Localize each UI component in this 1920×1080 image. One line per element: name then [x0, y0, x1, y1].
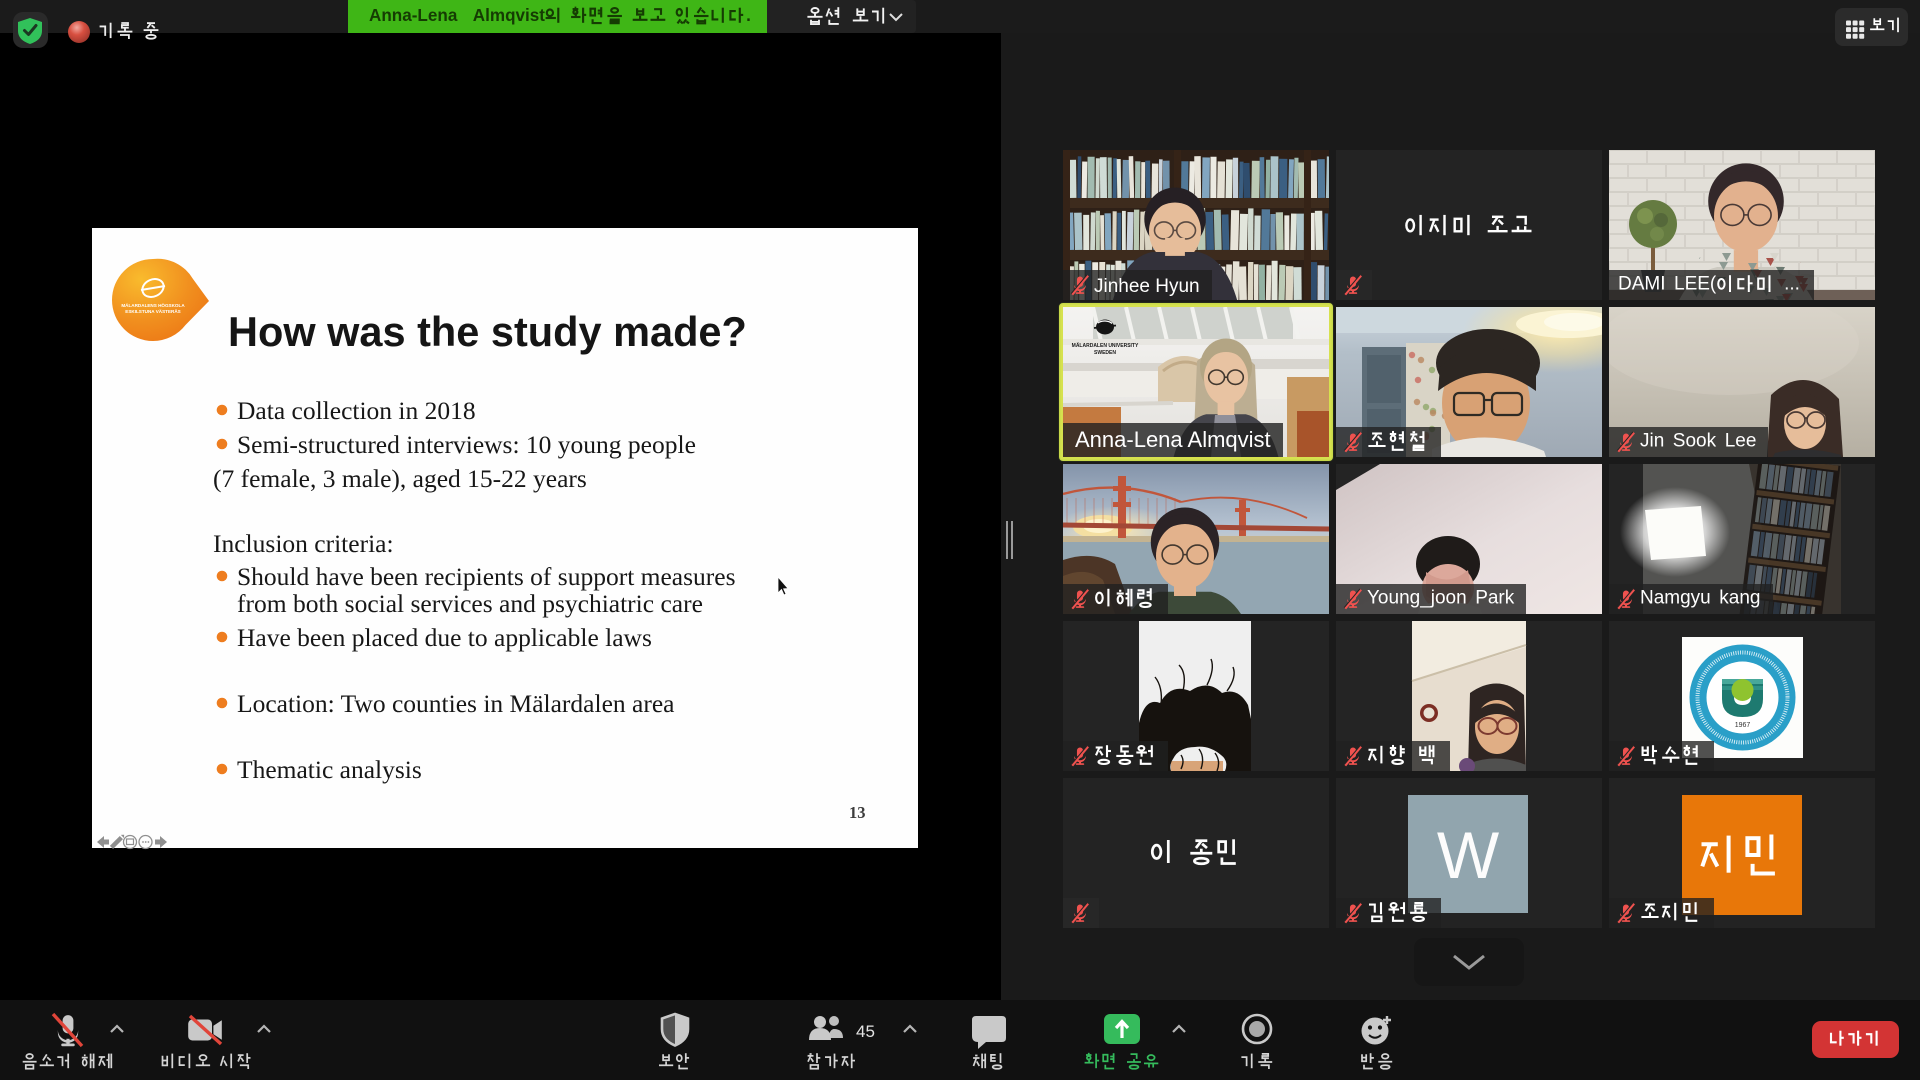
svg-text:(7 female, 3 male), aged 15-22: (7 female, 3 male), aged 15-22 years: [213, 464, 587, 493]
svg-text:Sook: Sook: [1673, 431, 1717, 452]
svg-text:Park: Park: [1475, 588, 1515, 609]
svg-text:from both social services and: from both social services and psychiatri…: [237, 589, 703, 618]
svg-text:Namgyu: Namgyu: [1640, 588, 1711, 609]
svg-text:Data collection in 2018: Data collection in 2018: [237, 396, 476, 425]
svg-text:DAMI: DAMI: [1618, 274, 1666, 295]
svg-text:SWEDEN: SWEDEN: [1094, 350, 1116, 356]
svg-text:Have been placed due to applic: Have been placed due to applicable laws: [237, 623, 652, 652]
svg-text:Location: Two counties in Mäla: Location: Two counties in Mälardalen are…: [237, 689, 674, 718]
svg-text:1967: 1967: [1735, 722, 1751, 729]
svg-text:Semi-structured interviews: 10: Semi-structured interviews: 10 young peo…: [237, 430, 696, 459]
svg-text:W: W: [1437, 818, 1500, 892]
svg-text:Anna-Lena: Anna-Lena: [369, 6, 458, 25]
svg-text:MÄLARDALENS HÖGSKOLA: MÄLARDALENS HÖGSKOLA: [121, 302, 185, 308]
svg-text:Thematic analysis: Thematic analysis: [237, 755, 422, 784]
svg-text:13: 13: [849, 803, 866, 822]
svg-text:Almqvist: Almqvist: [473, 6, 545, 25]
svg-text:...: ...: [1784, 274, 1800, 295]
svg-text:Lee: Lee: [1725, 431, 1757, 452]
svg-text:How was the study made?: How was the study made?: [228, 308, 747, 355]
svg-text:45: 45: [856, 1022, 875, 1041]
svg-text:Jin: Jin: [1640, 431, 1664, 452]
svg-text:.: .: [746, 6, 751, 25]
svg-text:Jinhee Hyun: Jinhee Hyun: [1094, 276, 1200, 297]
svg-text:Young_joon: Young_joon: [1367, 588, 1467, 609]
svg-text:kang: kang: [1719, 588, 1760, 609]
svg-text:Inclusion criteria:: Inclusion criteria:: [213, 529, 394, 558]
svg-text:MÄLARDALEN UNIVERSITY: MÄLARDALEN UNIVERSITY: [1072, 342, 1139, 349]
svg-text:Anna-Lena Almqvist: Anna-Lena Almqvist: [1075, 427, 1271, 452]
svg-text:Should have been recipients of: Should have been recipients of support m…: [237, 562, 736, 591]
svg-text:ESKILSTUNA VÄSTERÅS: ESKILSTUNA VÄSTERÅS: [125, 308, 180, 314]
svg-text:LEE(: LEE(: [1674, 274, 1717, 295]
